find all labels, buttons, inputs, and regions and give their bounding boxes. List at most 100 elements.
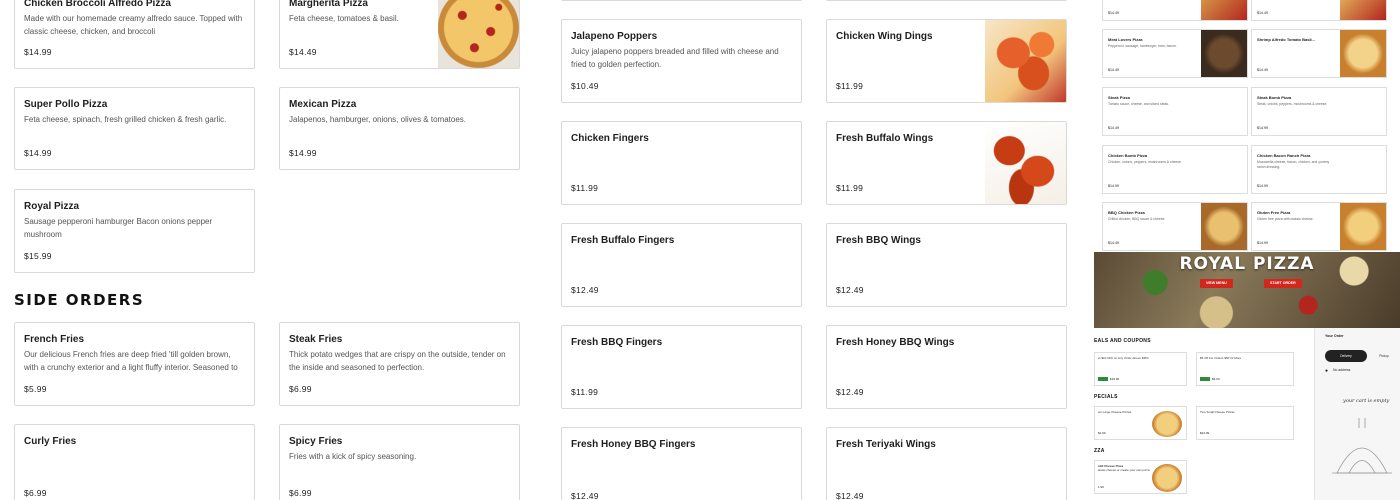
menu-item-chicken-fingers[interactable]: Chicken Fingers $11.99 xyxy=(561,121,802,205)
menu-item-steak-fries[interactable]: Steak Fries Thick potato wedges that are… xyxy=(279,322,520,406)
build-pizza-card[interactable]: uild Cheese Pizza lassic cheese or creat… xyxy=(1094,460,1187,494)
item-name: Fresh BBQ Wings xyxy=(836,235,921,246)
item-description: Our delicious French fries are deep frie… xyxy=(24,350,238,372)
item-description: Thick potato wedges that are crispy on t… xyxy=(289,350,506,372)
coupon-text: et $10 OFF on Any Order Above $350 xyxy=(1098,356,1149,360)
item-price: $11.99 xyxy=(836,183,864,193)
preview-item-price: $14.49 xyxy=(1108,11,1119,15)
preview-item-card[interactable]: $14.49 xyxy=(1251,0,1387,21)
preview-item-price: $14.99 xyxy=(1108,184,1119,188)
menu-item-mexican-pizza[interactable]: Mexican Pizza Jalapenos, hamburger, onio… xyxy=(279,87,520,170)
pizza-photo xyxy=(1201,30,1247,77)
view-menu-button[interactable]: VIEW MENU xyxy=(1200,279,1233,288)
menu-item-partial-top-2[interactable] xyxy=(826,0,1067,1)
item-price: $6.99 xyxy=(289,384,312,394)
coupon-card[interactable]: et $10 OFF on Any Order Above $350 $15.0… xyxy=(1094,352,1187,386)
menu-item-chicken-broccoli-alfredo[interactable]: Chicken Broccoli Alfredo Pizza Made with… xyxy=(14,0,255,69)
item-name: Chicken Wing Dings xyxy=(836,31,933,42)
pickup-toggle[interactable]: Pickup xyxy=(1369,350,1399,362)
item-price: $10.49 xyxy=(571,81,599,91)
item-price: $11.99 xyxy=(571,387,599,397)
item-name: Royal Pizza xyxy=(24,201,80,212)
menu-item-fresh-bbq-wings[interactable]: Fresh BBQ Wings $12.49 xyxy=(826,223,1067,307)
preview-item-name: Chicken Bacon Ranch Pizza xyxy=(1257,153,1311,158)
coupon-price: $5.00 xyxy=(1212,377,1220,381)
start-order-button[interactable]: START ORDER xyxy=(1264,279,1302,288)
preview-item-name: Shrimp Alfredo Tomato Basil... xyxy=(1257,37,1316,42)
item-description: Feta cheese, tomatoes & basil. xyxy=(289,14,399,23)
item-price: $12.49 xyxy=(836,285,864,295)
pizza-photo xyxy=(1201,203,1247,250)
location-icon: ● xyxy=(1325,368,1329,374)
pizza-oven-icon xyxy=(1332,418,1392,474)
menu-item-fresh-teriyaki-wings[interactable]: Fresh Teriyaki Wings $12.49 xyxy=(826,427,1067,500)
preview-item-shrimp-alfredo[interactable]: Shrimp Alfredo Tomato Basil... $14.49 xyxy=(1251,29,1387,78)
item-price: $11.99 xyxy=(571,183,599,193)
preview-item-gluten-free[interactable]: Gluten Free Pizza Gluten free pizza with… xyxy=(1251,202,1387,251)
item-name: Chicken Broccoli Alfredo Pizza xyxy=(24,0,171,9)
item-name: French Fries xyxy=(24,334,85,345)
item-name: Margherita Pizza xyxy=(289,0,368,9)
menu-item-fresh-honey-bbq-fingers[interactable]: Fresh Honey BBQ Fingers $12.49 xyxy=(561,427,802,500)
special-name: Two Small Cheese Pizzas xyxy=(1200,410,1235,414)
menu-item-french-fries[interactable]: French Fries Our delicious French fries … xyxy=(14,322,255,406)
delivery-toggle[interactable]: Delivery xyxy=(1325,350,1367,362)
special-card[interactable]: wo Large Cheese Pizzas $1.99 xyxy=(1094,406,1187,440)
preview-item-name: Steak Bomb Pizza xyxy=(1257,95,1292,100)
pizza-photo xyxy=(1340,0,1386,20)
item-price: $6.99 xyxy=(289,488,312,498)
preview-item-price: $14.99 xyxy=(1257,241,1268,245)
item-price: $12.49 xyxy=(836,387,864,397)
preview-item-meat-lovers[interactable]: Meat Lovers Pizza Pepperoni, sausage, ha… xyxy=(1102,29,1248,78)
menu-item-partial-top[interactable] xyxy=(561,0,802,1)
item-name: Fresh Honey BBQ Wings xyxy=(836,337,955,348)
item-price: $15.99 xyxy=(24,251,52,261)
preview-item-name: BBQ Chicken Pizza xyxy=(1108,210,1145,215)
preview-item-chicken-bomb[interactable]: Chicken Bomb Pizza Chicken, onions, pepp… xyxy=(1102,145,1248,194)
preview-item-desc: Mozzarella cheese, bacon, chicken, and y… xyxy=(1257,160,1330,169)
build-pizza-desc: lassic cheese or create your own pizza. xyxy=(1098,468,1151,472)
item-price: $14.99 xyxy=(24,148,52,158)
preview-item-card[interactable]: $14.49 xyxy=(1102,0,1248,21)
item-price: $6.99 xyxy=(24,488,47,498)
item-price: $5.99 xyxy=(24,384,47,394)
preview-item-name: Steak Pizza xyxy=(1108,95,1130,100)
item-name: Steak Fries xyxy=(289,334,343,345)
preview-item-name: Meat Lovers Pizza xyxy=(1108,37,1143,42)
coupon-card[interactable]: $5 Off For Orders $50 Or More $5.00 xyxy=(1196,352,1294,386)
margherita-pizza-photo xyxy=(438,0,519,68)
menu-item-chicken-wing-dings[interactable]: Chicken Wing Dings $11.99 xyxy=(826,19,1067,103)
menu-item-fresh-buffalo-fingers[interactable]: Fresh Buffalo Fingers $12.49 xyxy=(561,223,802,307)
item-name: Fresh BBQ Fingers xyxy=(571,337,663,348)
empty-cart-note: your cart is empty xyxy=(1343,398,1390,404)
menu-item-jalapeno-poppers[interactable]: Jalapeno Poppers Juicy jalapeno poppers … xyxy=(561,19,802,103)
menu-item-curly-fries[interactable]: Curly Fries $6.99 xyxy=(14,424,255,500)
item-name: Spicy Fries xyxy=(289,436,343,447)
menu-item-spicy-fries[interactable]: Spicy Fries Fries with a kick of spicy s… xyxy=(279,424,520,500)
preview-item-desc: Grilled chicken, BBQ sauce & cheese. xyxy=(1108,217,1166,221)
pizza-photo xyxy=(1340,203,1386,250)
item-name: Chicken Fingers xyxy=(571,133,649,144)
item-price: $12.49 xyxy=(571,285,599,295)
menu-item-royal-pizza[interactable]: Royal Pizza Sausage pepperoni hamburger … xyxy=(14,189,255,273)
deals-heading: EALS AND COUPONS xyxy=(1094,338,1151,344)
item-price: $12.49 xyxy=(836,491,864,500)
no-address-text: No address xyxy=(1333,368,1351,372)
preview-item-bbq-chicken[interactable]: BBQ Chicken Pizza Grilled chicken, BBQ s… xyxy=(1102,202,1248,251)
preview-item-steak-pizza[interactable]: Steak Pizza Tomato sauce, cheese, and sl… xyxy=(1102,87,1248,136)
menu-item-fresh-bbq-fingers[interactable]: Fresh BBQ Fingers $11.99 xyxy=(561,325,802,409)
preview-item-name: Gluten Free Pizza xyxy=(1257,210,1291,215)
preview-item-chicken-bacon-ranch[interactable]: Chicken Bacon Ranch Pizza Mozzarella che… xyxy=(1251,145,1387,194)
menu-item-royal-pizza-col1[interactable]: Super Pollo Pizza Feta cheese, spinach, … xyxy=(14,87,255,170)
preview-item-steak-bomb[interactable]: Steak Bomb Pizza Steak, onions, peppers,… xyxy=(1251,87,1387,136)
menu-item-fresh-buffalo-wings[interactable]: Fresh Buffalo Wings $11.99 xyxy=(826,121,1067,205)
item-description: Fries with a kick of spicy seasoning. xyxy=(289,452,417,461)
coupon-text: $5 Off For Orders $50 Or More xyxy=(1200,356,1242,360)
menu-item-fresh-honey-bbq-wings[interactable]: Fresh Honey BBQ Wings $12.49 xyxy=(826,325,1067,409)
pizza-photo xyxy=(1152,411,1182,437)
menu-item-margherita-pizza[interactable]: Margherita Pizza Feta cheese, tomatoes &… xyxy=(279,0,520,69)
preview-hero-banner: ROYAL PIZZA VIEW MENU START ORDER xyxy=(1094,252,1400,328)
wing-dings-photo xyxy=(985,20,1066,102)
pizza-heading: ZZA xyxy=(1094,448,1105,454)
special-card[interactable]: Two Small Cheese Pizzas $24.99 xyxy=(1196,406,1294,440)
